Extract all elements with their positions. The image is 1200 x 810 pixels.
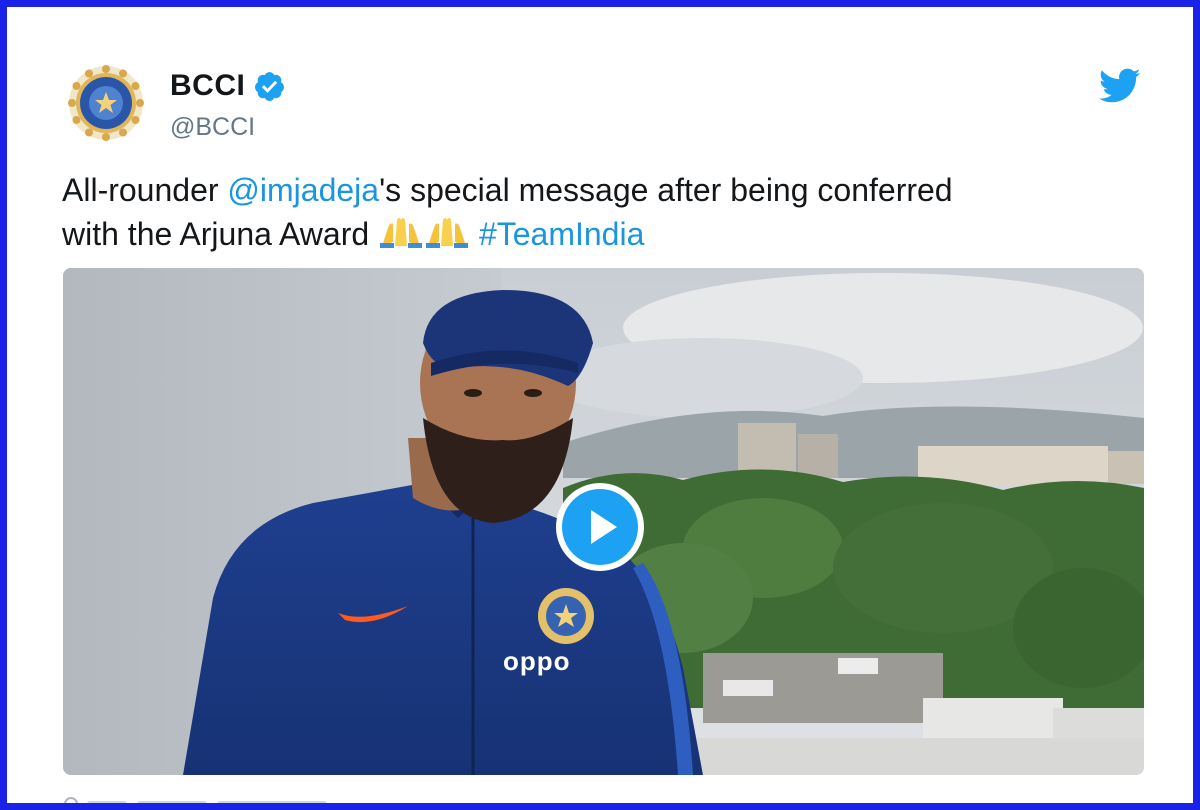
tweet-text-part: All-rounder — [62, 172, 228, 208]
play-button[interactable] — [553, 480, 647, 574]
account-handle[interactable]: @BCCI — [170, 113, 255, 142]
folded-hands-emoji-icon — [378, 215, 424, 248]
tweet-text-part: 's special message after being conferred — [379, 172, 953, 208]
folded-hands-emoji-icon — [424, 215, 470, 248]
tweet-card: BCCI @BCCI All-rounder @imjadeja's speci… — [17, 17, 1183, 803]
tweet-text: All-rounder @imjadeja's special message … — [62, 168, 1162, 256]
mention-link[interactable]: @imjadeja — [227, 172, 379, 208]
verified-badge-icon — [253, 70, 286, 103]
video-player[interactable]: oppo — [63, 268, 1144, 775]
avatar[interactable] — [68, 65, 144, 141]
jersey-sponsor-text: oppo — [503, 646, 571, 676]
play-icon — [556, 483, 644, 571]
tweet-text-part: with the Arjuna Award — [62, 216, 379, 252]
tweet-meta-row — [63, 795, 363, 803]
twitter-bird-icon[interactable] — [1099, 68, 1141, 104]
hashtag-link[interactable]: #TeamIndia — [479, 216, 644, 252]
screenshot-frame: BCCI @BCCI All-rounder @imjadeja's speci… — [0, 0, 1200, 810]
bcci-logo-icon — [68, 65, 144, 141]
account-name-row[interactable]: BCCI — [170, 69, 286, 103]
display-name[interactable]: BCCI — [170, 69, 245, 103]
